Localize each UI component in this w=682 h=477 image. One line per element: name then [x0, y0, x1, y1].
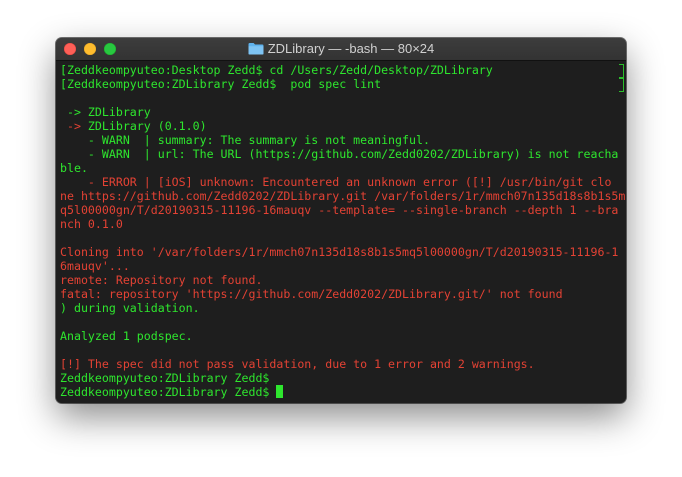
terminal-line: ne https://github.com/Zedd0202/ZDLibrary… [60, 189, 626, 203]
line-text: remote: Repository not found. [60, 273, 263, 287]
line-text: Zeddkeompyuteo:ZDLibrary Zedd$ [60, 385, 277, 399]
terminal-line: Zeddkeompyuteo:ZDLibrary Zedd$ [60, 385, 622, 399]
terminal-line: - WARN | url: The URL (https://github.co… [60, 147, 622, 161]
line-text: ZDLibrary (0.1.0) [80, 119, 207, 133]
terminal-line: -> ZDLibrary (0.1.0) [60, 119, 622, 133]
arrow-marker: -> [60, 119, 81, 133]
line-text: - WARN | url: The URL (https://github.co… [60, 147, 619, 161]
terminal-line: -> ZDLibrary [60, 105, 622, 119]
window-title: ZDLibrary — -bash — 80×24 [267, 41, 435, 56]
line-text: Cloning into '/var/folders/1r/mmch07n135… [60, 245, 619, 259]
terminal-line: Analyzed 1 podspec. [60, 329, 622, 343]
folder-icon [248, 43, 264, 55]
line-text: - WARN | summary: The summary is not mea… [60, 133, 430, 147]
line-text: q5l00000gn/T/d20190315-11196-16mauqv --t… [60, 203, 619, 217]
line-text: ne https://github.com/Zedd0202/ZDLibrary… [60, 189, 626, 203]
text-cursor [276, 385, 284, 398]
line-text: [!] The spec did not pass validation, du… [60, 357, 535, 371]
terminal-line: q5l00000gn/T/d20190315-11196-16mauqv --t… [60, 203, 622, 217]
terminal-line: Cloning into '/var/folders/1r/mmch07n135… [60, 245, 622, 259]
title-bar[interactable]: ZDLibrary — -bash — 80×24 [56, 38, 626, 61]
terminal-line: [Zeddkeompyuteo:ZDLibrary Zedd$ pod spec… [60, 77, 622, 91]
terminal-line: - WARN | summary: The summary is not mea… [60, 133, 622, 147]
line-text: Zeddkeompyuteo:ZDLibrary Zedd$ [60, 371, 270, 385]
terminal-line: [!] The spec did not pass validation, du… [60, 357, 622, 371]
terminal-line: fatal: repository 'https://github.com/Ze… [60, 287, 622, 301]
terminal-line: [Zeddkeompyuteo:Desktop Zedd$ cd /Users/… [60, 63, 622, 77]
terminal-line: remote: Repository not found. [60, 273, 622, 287]
terminal-output[interactable]: [Zeddkeompyuteo:Desktop Zedd$ cd /Users/… [60, 63, 626, 399]
line-text: [Zeddkeompyuteo:ZDLibrary Zedd$ pod spec… [60, 77, 382, 91]
line-text: ) during validation. [60, 301, 200, 315]
terminal-line: ble. [60, 161, 622, 175]
line-text: nch 0.1.0 [60, 217, 123, 231]
terminal-content[interactable]: [Zeddkeompyuteo:Desktop Zedd$ cd /Users/… [56, 61, 626, 403]
line-text: -> ZDLibrary [60, 105, 151, 119]
terminal-line: - ERROR | [iOS] unknown: Encountered an … [60, 175, 622, 189]
line-text: ble. [60, 161, 88, 175]
line-text: 6mauqv'... [60, 259, 130, 273]
window-title-container: ZDLibrary — -bash — 80×24 [56, 41, 626, 57]
line-text: [Zeddkeompyuteo:Desktop Zedd$ cd /Users/… [60, 63, 493, 77]
line-text: fatal: repository 'https://github.com/Ze… [60, 287, 563, 301]
terminal-window: ZDLibrary — -bash — 80×24 [Zeddkeompyute… [56, 38, 626, 403]
line-text: Analyzed 1 podspec. [60, 329, 193, 343]
terminal-line: 6mauqv'... [60, 259, 622, 273]
terminal-line: Zeddkeompyuteo:ZDLibrary Zedd$ [60, 371, 622, 385]
line-text: - ERROR | [iOS] unknown: Encountered an … [60, 175, 612, 189]
terminal-line: nch 0.1.0 [60, 217, 622, 231]
terminal-line: ) during validation. [60, 301, 622, 315]
